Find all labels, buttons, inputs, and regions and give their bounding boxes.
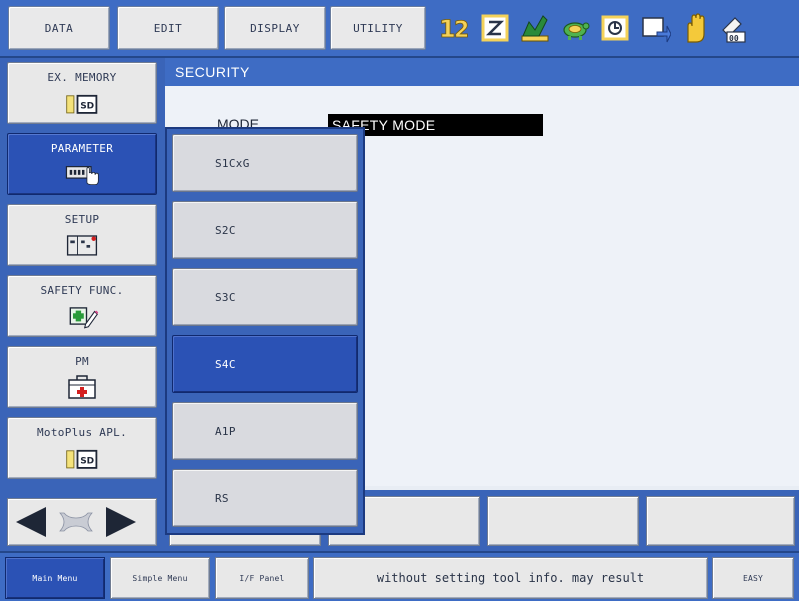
main-menu-label: PARAMETER: [50, 141, 114, 155]
sd-card-icon: SD: [64, 445, 100, 471]
previous-page-icon[interactable]: [16, 507, 46, 537]
main-menu-parameter[interactable]: PARAMETER: [7, 133, 157, 195]
message-line: without setting tool info. may result: [313, 557, 708, 599]
job-icon[interactable]: [598, 11, 632, 45]
main-menu-ex-memory[interactable]: EX. MEMORY SD: [7, 62, 157, 124]
main-menu-label: PM: [75, 354, 89, 368]
parameter-icon: [64, 161, 100, 187]
main-menu-label: EX. MEMORY: [47, 70, 117, 84]
pager-arrows: [16, 507, 136, 537]
top-menu-bar: DATA EDIT DISPLAY UTILITY 1 2 00: [0, 0, 799, 58]
page-title: SECURITY: [165, 58, 799, 86]
submenu-item-s4c[interactable]: S4C: [172, 335, 358, 393]
display-menu-button[interactable]: DISPLAY: [224, 6, 326, 50]
setup-icon: [64, 232, 100, 258]
hand-icon[interactable]: [678, 11, 712, 45]
main-menu-button[interactable]: Main Menu: [5, 557, 105, 599]
svg-text:00: 00: [729, 34, 739, 43]
menu-pager: [7, 498, 157, 546]
svg-text:SD: SD: [80, 101, 94, 111]
page-connector-icon: [59, 512, 93, 532]
svg-text:2: 2: [454, 18, 469, 43]
submenu-item-s3c[interactable]: S3C: [172, 268, 358, 326]
submenu-item-s1cxg[interactable]: S1CxG: [172, 134, 358, 192]
main-menu-label: MotoPlus APL.: [37, 425, 127, 439]
data-menu-button[interactable]: DATA: [8, 6, 110, 50]
utility-menu-button[interactable]: UTILITY: [330, 6, 426, 50]
easy-button[interactable]: EASY: [712, 557, 794, 599]
bottom-status-bar: Main Menu Simple Menu I/F Panel without …: [0, 551, 799, 601]
safety-func-icon: [64, 303, 100, 329]
speed-icon[interactable]: [558, 11, 592, 45]
submenu-item-rs[interactable]: RS: [172, 469, 358, 527]
next-page-icon[interactable]: [106, 507, 136, 537]
status-icon-row: 1 2 00: [438, 8, 794, 48]
main-menu-label: SETUP: [64, 212, 100, 226]
main-menu-setup[interactable]: SETUP: [7, 204, 157, 266]
main-menu-panel: EX. MEMORY SD PARAMETER SETUP SAFETY FUN…: [0, 58, 165, 551]
first-aid-icon: [64, 374, 100, 400]
edit-menu-button[interactable]: EDIT: [117, 6, 219, 50]
svg-text:SD: SD: [80, 456, 94, 466]
cycle-icon[interactable]: [638, 11, 672, 45]
main-menu-label: SAFETY FUNC.: [40, 283, 124, 297]
sd-card-icon: SD: [64, 90, 100, 116]
main-menu-safety-func[interactable]: SAFETY FUNC.: [7, 275, 157, 337]
tool-icon[interactable]: [518, 11, 552, 45]
axis-1-2-icon[interactable]: 1 2: [438, 11, 472, 45]
servo-icon[interactable]: 00: [718, 11, 752, 45]
submenu-item-a1p[interactable]: A1P: [172, 402, 358, 460]
simple-menu-button[interactable]: Simple Menu: [110, 557, 210, 599]
parameter-submenu: S1CxG S2C S3C S4C A1P RS: [165, 127, 365, 535]
if-panel-button[interactable]: I/F Panel: [215, 557, 309, 599]
main-menu-pm[interactable]: PM: [7, 346, 157, 408]
submenu-item-s2c[interactable]: S2C: [172, 201, 358, 259]
coordinate-icon[interactable]: [478, 11, 512, 45]
main-menu-motoplus-apl[interactable]: MotoPlus APL. SD: [7, 417, 157, 479]
soft-key-4[interactable]: [646, 496, 795, 546]
soft-key-3[interactable]: [487, 496, 639, 546]
